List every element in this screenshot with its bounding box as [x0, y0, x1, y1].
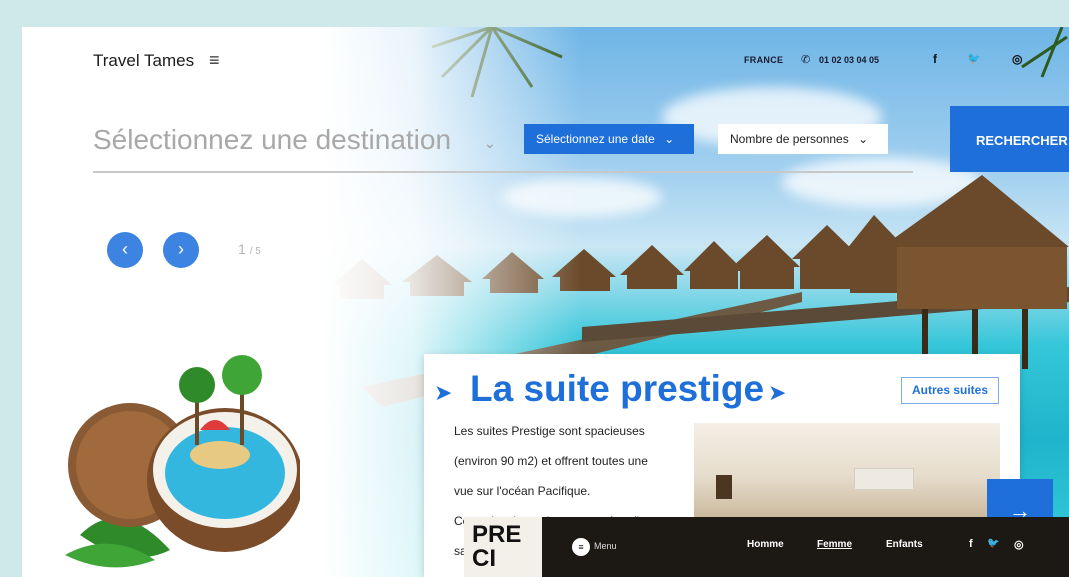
menu-icon[interactable]: ≡ [572, 538, 590, 556]
instagram-icon[interactable]: ◎ [1014, 538, 1024, 551]
next-slide-button[interactable]: › [163, 232, 199, 268]
nav-enfants[interactable]: Enfants [886, 539, 923, 550]
hamburger-icon[interactable]: ≡ [209, 50, 220, 71]
preview-logo-block: PRE CI [464, 517, 542, 577]
current-slide: 1 [238, 241, 246, 257]
phone-number[interactable]: 01 02 03 04 05 [819, 55, 879, 65]
chevron-down-icon: ⌄ [664, 132, 675, 146]
search-button[interactable]: RECHERCHER [950, 106, 1069, 172]
chevron-down-icon[interactable]: ⌄ [484, 135, 496, 152]
instagram-icon[interactable]: ◎ [1012, 52, 1022, 66]
card-text-line: vue sur l'océan Pacifique. [454, 484, 591, 498]
nav-femme[interactable]: Femme [817, 539, 852, 550]
coconut-island-illustration [65, 355, 300, 568]
secondary-site-preview: PRE CI ≡ Menu Homme Femme Enfants f 🐦 ◎ [464, 517, 1069, 577]
card-text-line: (environ 90 m2) et offrent toutes une [454, 454, 648, 468]
facebook-icon[interactable]: f [933, 52, 937, 66]
brand-logo[interactable]: Travel Tames [93, 51, 194, 71]
date-select-label: Sélectionnez une date [536, 132, 655, 146]
card-text-line: Les suites Prestige sont spacieuses [454, 424, 645, 438]
menu-label[interactable]: Menu [594, 541, 617, 551]
chevron-right-icon: › [178, 239, 184, 259]
other-suites-button[interactable]: Autres suites [901, 377, 999, 404]
date-select-button[interactable]: Sélectionnez une date ⌄ [524, 124, 694, 154]
people-select-button[interactable]: Nombre de personnes ⌄ [718, 124, 888, 154]
phone-icon: ✆ [801, 54, 811, 66]
destination-underline [93, 171, 913, 173]
twitter-icon[interactable]: 🐦 [967, 52, 981, 65]
nav-homme[interactable]: Homme [747, 539, 784, 550]
card-title: La suite prestige [470, 368, 765, 409]
total-slides: / 5 [249, 246, 261, 257]
country-selector[interactable]: FRANCE [744, 55, 783, 65]
cursor-icon: ➤ [768, 380, 787, 405]
chevron-down-icon: ⌄ [858, 132, 869, 146]
slide-counter: 1 / 5 [238, 241, 261, 257]
twitter-icon[interactable]: 🐦 [987, 538, 999, 549]
people-select-label: Nombre de personnes [730, 132, 849, 146]
website-frame: Travel Tames ≡ FRANCE ✆ 01 02 03 04 05 f… [22, 27, 1069, 577]
prev-slide-button[interactable]: ‹ [107, 232, 143, 268]
facebook-icon[interactable]: f [969, 538, 973, 550]
destination-select[interactable]: Sélectionnez une destination [93, 124, 451, 156]
preview-logo: PRE CI [472, 521, 522, 572]
chevron-left-icon: ‹ [122, 239, 128, 259]
lamp-shape [716, 475, 732, 499]
air-conditioner-shape [854, 468, 914, 490]
flag-icon: ➤ [434, 380, 453, 405]
